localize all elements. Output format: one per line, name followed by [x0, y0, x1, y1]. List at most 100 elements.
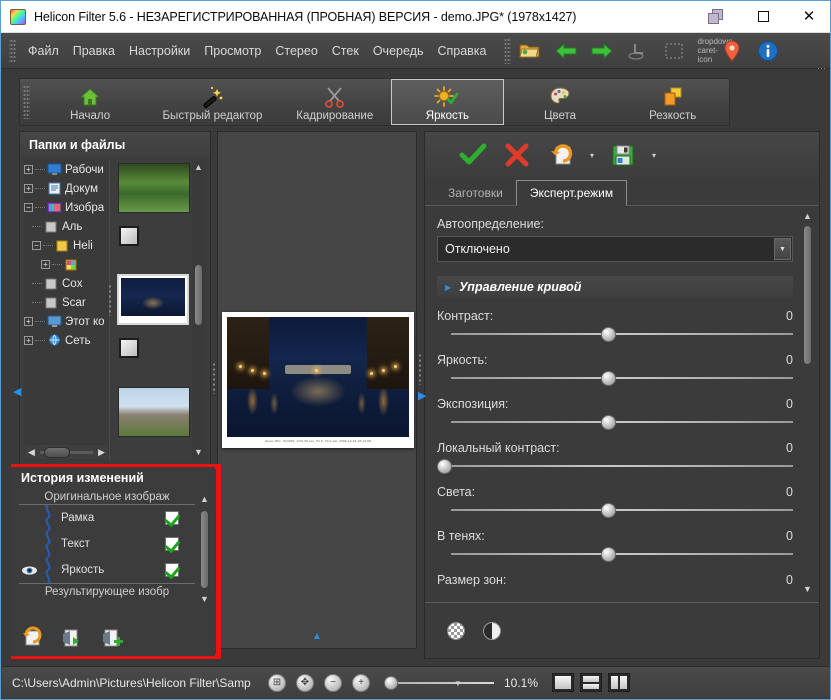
- layout-vertical-split[interactable]: [608, 673, 630, 692]
- panel-splitter-grip[interactable]: [108, 284, 113, 316]
- fit-screen-icon[interactable]: ✥: [296, 674, 314, 692]
- chevron-down-icon[interactable]: ▼: [774, 238, 791, 260]
- zoom-slider-thumb[interactable]: [384, 676, 398, 690]
- apply-check-button[interactable]: [453, 138, 493, 172]
- thumbnail-placeholder-1[interactable]: [119, 226, 139, 246]
- history-scrollbar[interactable]: ▲ ▼: [199, 493, 210, 606]
- transparency-checker-icon[interactable]: [447, 622, 465, 640]
- tree-node-helicon[interactable]: − Heli: [24, 236, 109, 255]
- scroll-left-icon[interactable]: ◀: [25, 447, 38, 458]
- scroll-right-icon[interactable]: ▶: [95, 447, 108, 458]
- slider-thumb[interactable]: [601, 327, 616, 342]
- slider-track[interactable]: [437, 414, 793, 430]
- scroll-up-icon[interactable]: ▲: [200, 493, 209, 506]
- layout-single-view[interactable]: [552, 673, 574, 692]
- restore-button[interactable]: [694, 1, 740, 33]
- menu-settings[interactable]: Настройки: [122, 40, 197, 62]
- history-result-label[interactable]: Результирующее изобр: [19, 583, 195, 599]
- expander-icon[interactable]: −: [24, 203, 33, 212]
- expander-icon[interactable]: −: [32, 241, 41, 250]
- history-scroll-thumb[interactable]: [200, 510, 209, 589]
- fit-width-icon[interactable]: ⊞: [268, 674, 286, 692]
- tree-node-documents[interactable]: + Докум: [24, 179, 109, 198]
- scroll-down-icon[interactable]: ▼: [200, 593, 209, 606]
- apply-to-file-icon[interactable]: [59, 624, 87, 652]
- reset-undo-button[interactable]: [541, 138, 581, 172]
- reset-dropdown-caret-icon[interactable]: ▾: [585, 151, 599, 160]
- slider-thumb[interactable]: [601, 415, 616, 430]
- tree-node-network[interactable]: + Сеть: [24, 331, 109, 350]
- thumbnail-placeholder-2[interactable]: [119, 338, 139, 358]
- thumbnail-strip[interactable]: ▲ ▼: [110, 160, 206, 460]
- modebar-drag-grip[interactable]: [23, 85, 30, 119]
- scroll-up-icon[interactable]: ▲: [803, 210, 812, 223]
- contrast-halfcircle-icon[interactable]: [483, 622, 501, 640]
- scroll-down-icon[interactable]: ▼: [803, 583, 812, 596]
- thumbnail-canal-night[interactable]: [119, 276, 187, 323]
- slider-thumb[interactable]: [601, 503, 616, 518]
- tree-node-saved[interactable]: Cox: [24, 274, 109, 293]
- slider-track[interactable]: [437, 326, 793, 342]
- mode-tab-crop[interactable]: Кадрирование: [278, 79, 391, 125]
- expander-icon[interactable]: +: [41, 260, 50, 269]
- adjustments-scroll-thumb[interactable]: [803, 225, 812, 365]
- history-step-checkbox[interactable]: [165, 537, 179, 551]
- map-pin-icon[interactable]: [720, 39, 744, 63]
- chevron-down-icon[interactable]: dropdown-caret-icon: [698, 37, 708, 64]
- left-panel-collapse-arrow[interactable]: ◀: [13, 387, 21, 398]
- scroll-up-icon[interactable]: ▲: [194, 161, 203, 174]
- hscroll-thumb[interactable]: [44, 447, 70, 458]
- toolbar-drag-grip[interactable]: [504, 38, 511, 64]
- history-row-text[interactable]: Текст: [19, 531, 195, 557]
- auto-detect-select[interactable]: Отключено ▼: [437, 236, 793, 262]
- menu-stack[interactable]: Стек: [325, 40, 366, 62]
- tree-node-this-pc[interactable]: + Этот ко: [24, 312, 109, 331]
- menu-stereo[interactable]: Стерео: [268, 40, 324, 62]
- slider-track[interactable]: [437, 458, 793, 474]
- info-icon[interactable]: [756, 39, 780, 63]
- thumbnail-forest[interactable]: [119, 164, 189, 212]
- slider-track[interactable]: [437, 370, 793, 386]
- slider-track[interactable]: [437, 546, 793, 562]
- tree-node-samples[interactable]: +: [24, 255, 109, 274]
- history-row-brightness[interactable]: Яркость: [19, 557, 195, 583]
- expander-icon[interactable]: +: [24, 317, 33, 326]
- tab-presets[interactable]: Заготовки: [435, 181, 516, 205]
- vscroll-thumb[interactable]: [194, 264, 203, 326]
- save-preset-button[interactable]: [603, 138, 643, 172]
- history-step-checkbox[interactable]: [165, 563, 179, 577]
- menu-help[interactable]: Справка: [430, 40, 493, 62]
- image-preview-area[interactable]: demo.JPG, ISO200, 1/20.30 сек, f/2.8, 70…: [217, 131, 417, 649]
- slider-thumb[interactable]: [601, 371, 616, 386]
- close-button[interactable]: ✕: [786, 1, 831, 33]
- toolbar-overflow-icon[interactable]: ⋯: [817, 63, 826, 74]
- mode-tab-quick-editor[interactable]: Быстрый редактор: [146, 79, 278, 125]
- thumbnail-vertical-scrollbar[interactable]: ▲ ▼: [192, 161, 205, 459]
- menu-edit[interactable]: Правка: [66, 40, 122, 62]
- preview-collapse-arrow[interactable]: ▲: [312, 631, 322, 642]
- layout-horizontal-split[interactable]: [580, 673, 602, 692]
- right-panel-collapse-arrow[interactable]: ▶: [418, 389, 426, 402]
- menu-drag-grip[interactable]: [9, 38, 16, 64]
- add-to-file-icon[interactable]: [99, 624, 127, 652]
- thumbnail-cathedral[interactable]: [119, 388, 189, 436]
- tree-node-album[interactable]: Аль: [24, 217, 109, 236]
- menu-queue[interactable]: Очередь: [366, 40, 431, 62]
- tree-node-scanned[interactable]: Scar: [24, 293, 109, 312]
- zoom-slider-track[interactable]: [392, 682, 494, 684]
- cancel-cross-button[interactable]: [497, 138, 537, 172]
- expander-icon[interactable]: +: [24, 336, 33, 345]
- expander-icon[interactable]: +: [24, 184, 33, 193]
- adjustments-scroll-track[interactable]: [802, 223, 813, 583]
- zoom-out-icon[interactable]: −: [324, 674, 342, 692]
- slider-thumb[interactable]: [437, 459, 452, 474]
- menu-view[interactable]: Просмотр: [197, 40, 268, 62]
- vscroll-track[interactable]: [193, 174, 204, 446]
- selection-rect-icon[interactable]: [662, 39, 686, 63]
- open-folder-icon[interactable]: [518, 39, 542, 63]
- curve-control-section-header[interactable]: ▶ Управление кривой: [437, 276, 793, 298]
- visibility-eye-icon[interactable]: [19, 565, 39, 576]
- maximize-button[interactable]: [740, 1, 786, 33]
- menu-file[interactable]: Файл: [21, 40, 66, 62]
- history-scroll-track[interactable]: [199, 506, 210, 593]
